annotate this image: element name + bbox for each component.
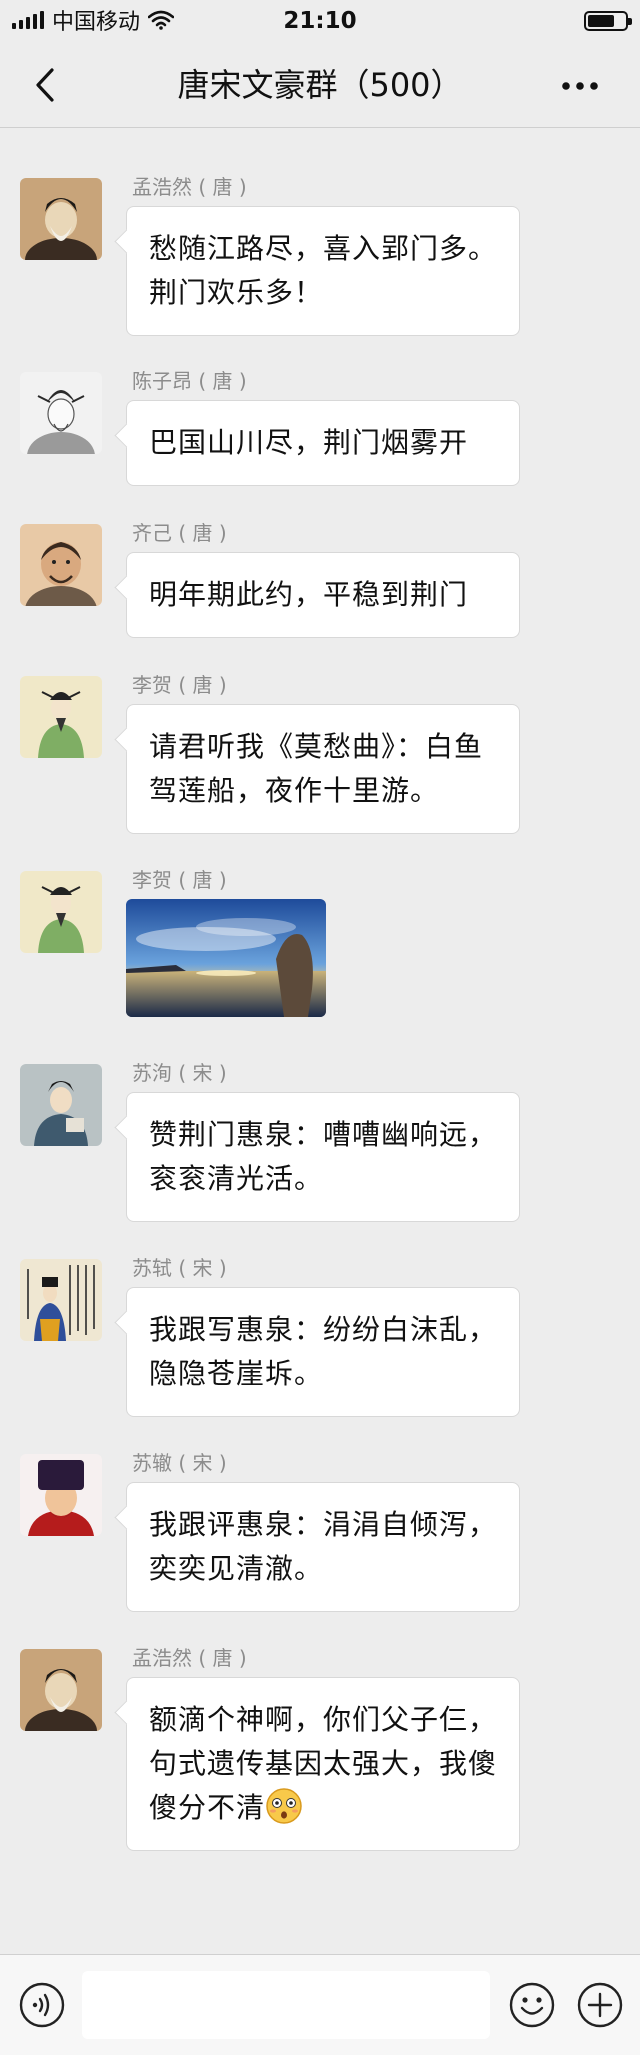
status-time: 21:10 [283,8,357,34]
back-button[interactable] [22,60,72,110]
voice-button[interactable] [18,1981,66,2029]
message-input[interactable] [82,1971,490,2039]
voice-icon [19,1982,65,2028]
avatar-sketch-icon[interactable] [20,372,102,454]
sender-name: 苏轼 ( 宋 ) [132,1256,227,1280]
chevron-left-icon [36,68,54,102]
emoji-button[interactable] [508,1981,556,2029]
plus-button[interactable] [576,1981,624,2029]
message-bubble[interactable]: 愁随江路尽，喜入郢门多。荆门欢乐多！ [126,206,520,336]
sender-name: 苏洵 ( 宋 ) [132,1061,227,1085]
avatar-calligraphy-icon[interactable] [20,1259,102,1341]
message-text: 额滴个神啊，你们父子仨，句式遗传基因太强大，我傻傻分不清 [149,1703,498,1824]
avatar-portrait-icon[interactable] [20,178,102,260]
sender-name: 李贺 ( 唐 ) [132,673,227,697]
input-bar [0,1954,640,2055]
avatar-scholar-icon[interactable] [20,1064,102,1146]
avatar-green-robe-icon[interactable] [20,676,102,758]
nav-bar: 唐宋文豪群（500） [0,42,640,128]
avatar-portrait-icon[interactable] [20,1649,102,1731]
message-bubble[interactable]: 巴国山川尽，荆门烟雾开 [126,400,520,486]
shocked-face-emoji [266,1788,302,1824]
chat-area[interactable]: 孟浩然 ( 唐 ) 愁随江路尽，喜入郢门多。荆门欢乐多！ 陈子昂 ( 唐 ) 巴… [0,129,640,1954]
status-bar: 中国移动 21:10 [0,0,640,42]
more-button[interactable] [550,66,610,106]
battery-icon [584,11,632,31]
message-bubble[interactable]: 赞荆门惠泉：嘈嘈幽响远，衮衮清光活。 [126,1092,520,1222]
avatar-green-robe-icon[interactable] [20,871,102,953]
avatar-official-hat-icon[interactable] [20,1454,102,1536]
sender-name: 苏辙 ( 宋 ) [132,1451,227,1475]
sender-name: 齐己 ( 唐 ) [132,521,227,545]
message-bubble[interactable]: 明年期此约，平稳到荆门 [126,552,520,638]
chat-title: 唐宋文豪群（500） [177,66,463,104]
sender-name: 陈子昂 ( 唐 ) [132,369,247,393]
sender-name: 孟浩然 ( 唐 ) [132,1646,247,1670]
sender-name: 孟浩然 ( 唐 ) [132,175,247,199]
plus-icon [577,1982,623,2028]
emoji-icon [509,1982,555,2028]
sunset-lake-photo[interactable] [126,899,326,1017]
sender-name: 李贺 ( 唐 ) [132,868,227,892]
more-dots-icon [562,82,598,90]
message-bubble[interactable]: 我跟写惠泉：纷纷白沫乱，隐隐苍崖坼。 [126,1287,520,1417]
avatar-monk-icon[interactable] [20,524,102,606]
message-bubble[interactable]: 我跟评惠泉：涓涓自倾泻，奕奕见清澈。 [126,1482,520,1612]
message-bubble[interactable]: 额滴个神啊，你们父子仨，句式遗传基因太强大，我傻傻分不清 [126,1677,520,1851]
message-bubble[interactable]: 请君听我《莫愁曲》：白鱼驾莲船，夜作十里游。 [126,704,520,834]
